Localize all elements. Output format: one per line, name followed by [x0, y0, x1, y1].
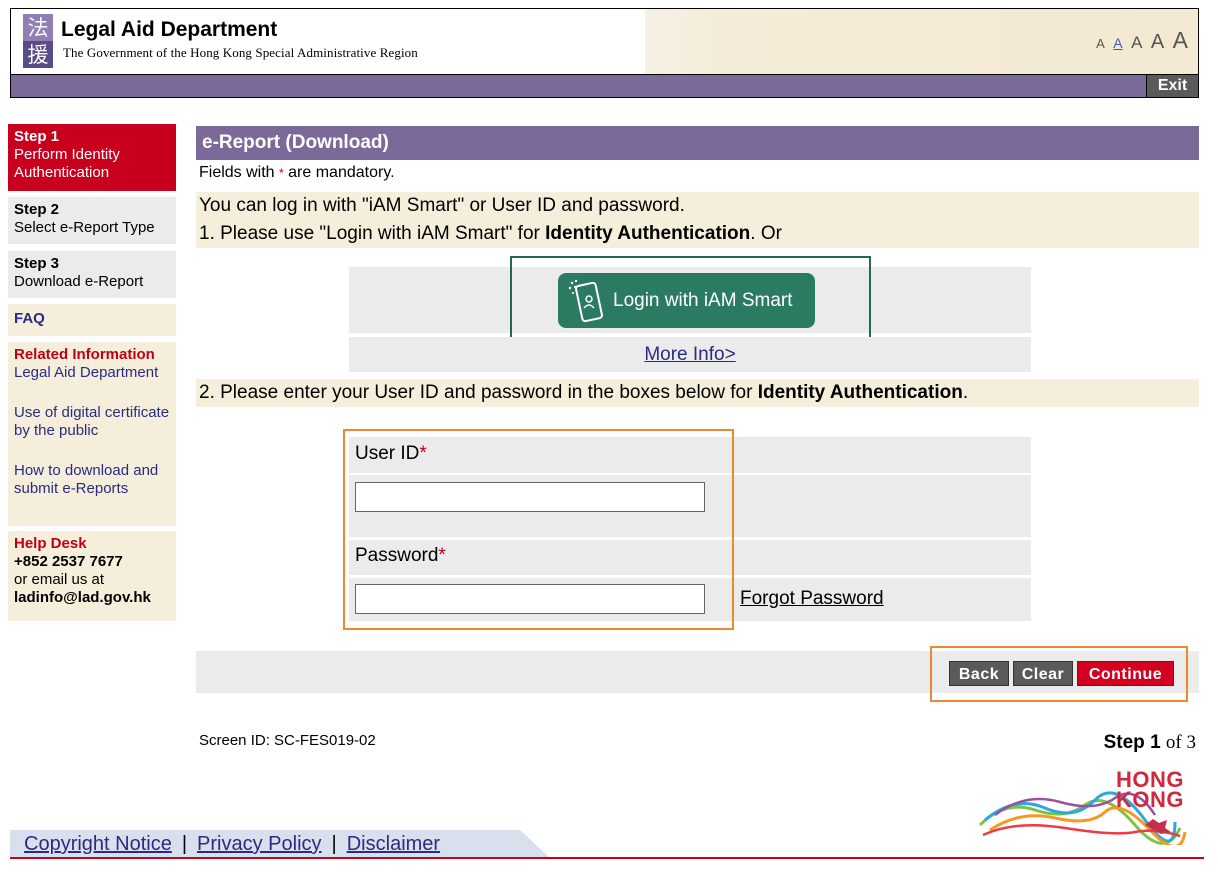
privacy-policy-link[interactable]: Privacy Policy	[197, 833, 321, 855]
intro-line-2-bold: Identity Authentication	[545, 223, 751, 244]
nav-step-2-desc: Select e-Report Type	[14, 219, 155, 236]
footer-separator: |	[181, 833, 188, 855]
copyright-notice-link[interactable]: Copyright Notice	[24, 833, 172, 855]
help-desk-email[interactable]: ladinfo@lad.gov.hk	[14, 589, 170, 607]
page-title: e-Report (Download)	[196, 126, 1199, 160]
font-size-large[interactable]: A	[1151, 31, 1164, 53]
more-info-link[interactable]: More Info>	[644, 344, 735, 365]
login-form-highlight	[343, 429, 734, 630]
iam-smart-login-button[interactable]: Login with iAM Smart	[558, 273, 815, 328]
nav-step-3: Step 3 Download e-Report	[8, 251, 176, 298]
help-desk-phone: +852 2537 7677	[14, 553, 123, 570]
department-name: Legal Aid Department	[61, 18, 278, 41]
mandatory-star: *	[279, 166, 284, 180]
font-size-xlarge[interactable]: A	[1173, 27, 1188, 53]
screen-id: Screen ID: SC-FES019-02	[199, 732, 376, 749]
intro-line-2: 1. Please use "Login with iAM Smart" for…	[199, 220, 1199, 248]
related-link-lad[interactable]: Legal Aid Department	[14, 364, 170, 382]
lad-logo-icon: 法 援	[23, 14, 53, 68]
header-nav-bar: Exit	[11, 74, 1198, 97]
step-indicator-total: of 3	[1165, 732, 1196, 753]
step2-prefix: 2. Please enter your User ID and passwor…	[199, 382, 758, 403]
nav-step-1-title: Step 1	[14, 128, 60, 145]
continue-button[interactable]: Continue	[1077, 661, 1174, 686]
nav-step-2: Step 2 Select e-Report Type	[8, 197, 176, 244]
intro-line-2-prefix: 1. Please use "Login with iAM Smart" for	[199, 223, 546, 244]
back-button[interactable]: Back	[949, 661, 1009, 686]
disclaimer-link[interactable]: Disclaimer	[347, 833, 440, 855]
font-size-selector: A A A A A	[1092, 27, 1188, 54]
step2-bold: Identity Authentication	[757, 382, 963, 403]
intro-line-2-suffix: . Or	[750, 223, 782, 244]
userid-instructions: 2. Please enter your User ID and passwor…	[196, 379, 1199, 407]
nav-step-1: Step 1 Perform Identity Authentication	[8, 124, 176, 191]
font-size-small[interactable]: A	[1113, 35, 1122, 51]
mandatory-suffix: are mandatory.	[288, 164, 395, 181]
header-decoration: A A A A A	[645, 9, 1198, 74]
nav-step-3-title: Step 3	[14, 255, 60, 272]
nav-faq-link[interactable]: FAQ	[8, 304, 176, 336]
mandatory-prefix: Fields with	[199, 164, 275, 181]
site-header: 法 援 Legal Aid Department The Government …	[10, 8, 1199, 98]
font-size-medium[interactable]: A	[1131, 33, 1142, 52]
nav-step-2-title: Step 2	[14, 201, 60, 218]
footer-separator: |	[331, 833, 337, 855]
help-desk: Help Desk +852 2537 7677 or email us at …	[8, 531, 176, 621]
nav-step-3-desc: Download e-Report	[14, 273, 144, 290]
help-desk-heading: Help Desk	[14, 535, 87, 552]
government-subtitle: The Government of the Hong Kong Special …	[63, 45, 418, 60]
svg-text:援: 援	[28, 43, 49, 67]
iam-smart-phone-icon	[568, 279, 603, 323]
brand-hong-kong-text: HONG KONG	[1116, 769, 1184, 812]
step2-suffix: .	[962, 382, 969, 403]
iam-smart-label: Login with iAM Smart	[613, 290, 793, 311]
mandatory-note: Fields with * are mandatory.	[199, 164, 395, 182]
related-info-heading: Related Information	[14, 346, 155, 363]
login-instructions: You can log in with "iAM Smart" or User …	[196, 192, 1199, 248]
step-indicator: Step 1 of 3	[1104, 732, 1196, 754]
forgot-password-link[interactable]: Forgot Password	[740, 588, 884, 610]
footer-divider	[10, 857, 1204, 859]
brand-kong: KONG	[1116, 787, 1184, 812]
clear-button[interactable]: Clear	[1013, 661, 1073, 686]
help-desk-email-prefix: or email us at	[14, 571, 105, 588]
nav-step-1-desc: Perform Identity Authentication	[14, 146, 120, 181]
svg-text:法: 法	[28, 16, 49, 40]
related-information: Related Information Legal Aid Department…	[8, 342, 176, 526]
step-indicator-label: Step	[1103, 732, 1145, 753]
exit-button[interactable]: Exit	[1146, 75, 1198, 97]
font-size-xsmall[interactable]: A	[1096, 36, 1105, 51]
more-info-row: More Info>	[349, 337, 1031, 372]
site-footer: Copyright Notice | Privacy Policy | Disclaim…	[10, 830, 550, 858]
intro-line-1: You can log in with "iAM Smart" or User …	[199, 195, 685, 216]
step-indicator-current: 1	[1150, 732, 1161, 753]
related-link-how-to-download[interactable]: How to download and submit e-Reports	[14, 462, 170, 498]
related-link-digital-cert[interactable]: Use of digital certificate by the public	[14, 404, 170, 440]
